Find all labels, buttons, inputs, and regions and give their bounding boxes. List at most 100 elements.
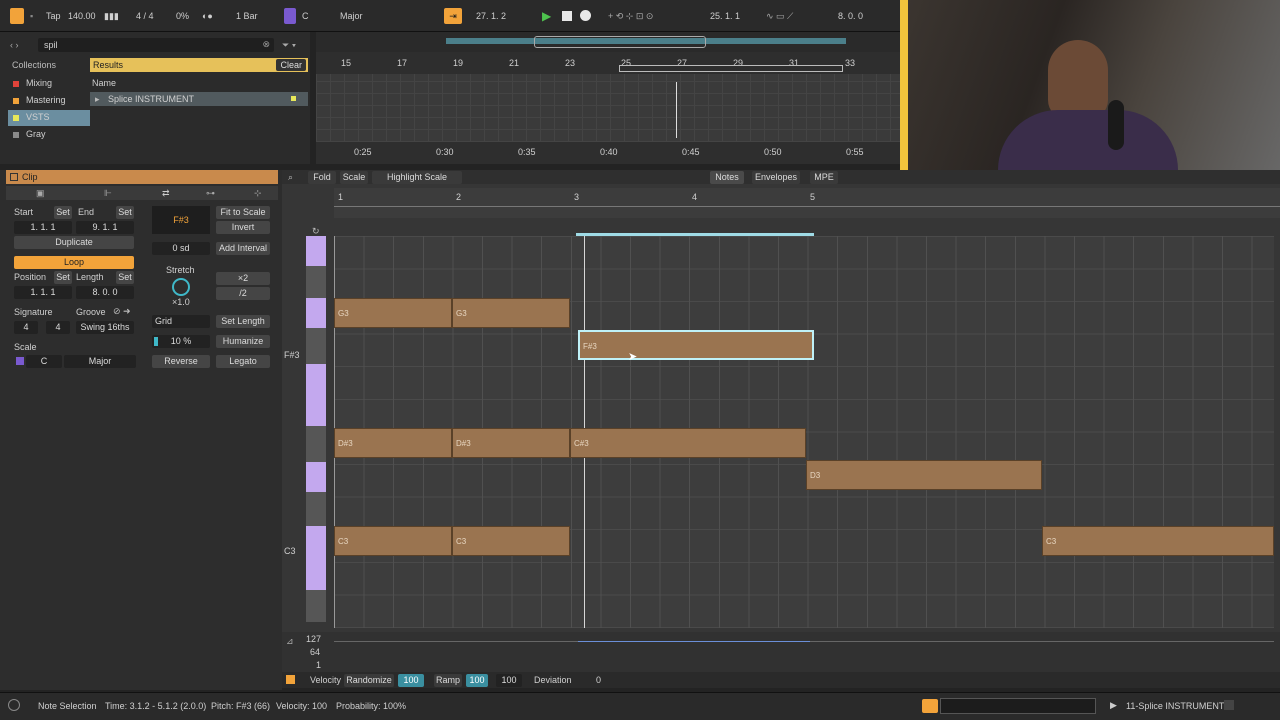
track-name[interactable]: 11-Splice INSTRUMENT: [1126, 701, 1224, 711]
collection-item[interactable]: Mixing: [0, 76, 90, 92]
app-menu-icon[interactable]: [10, 8, 24, 24]
time-signature-field[interactable]: 4 / 4: [136, 8, 154, 24]
grid-select[interactable]: Grid: [152, 315, 210, 328]
follow-icon[interactable]: ◐●: [202, 8, 213, 24]
ramp-button[interactable]: Ramp: [434, 674, 462, 687]
groove-icons[interactable]: ⊘ ➜: [113, 306, 131, 317]
metronome-icon[interactable]: ▮▮▮: [104, 8, 119, 24]
clear-search-icon[interactable]: ⊗: [262, 39, 270, 50]
start-set-button[interactable]: Set: [54, 206, 72, 219]
midi-note[interactable]: C3: [452, 526, 570, 556]
search-input[interactable]: spil ⊗: [38, 38, 274, 52]
expand-icon[interactable]: ▸: [95, 94, 100, 105]
scale-icon[interactable]: [284, 8, 296, 24]
interval-field[interactable]: 0 sd: [152, 242, 210, 255]
punch-in-icon[interactable]: ⇥: [444, 8, 462, 24]
scale-mode-select[interactable]: Major: [64, 355, 136, 368]
position-field[interactable]: 1. 1. 1: [14, 286, 72, 299]
midi-note[interactable]: D3: [806, 460, 1042, 490]
beat-ruler[interactable]: 1 2 3 4 5: [334, 188, 1280, 237]
midi-note[interactable]: C#3: [570, 428, 806, 458]
record-icon[interactable]: [580, 10, 591, 21]
midi-note[interactable]: G3: [334, 298, 452, 328]
velocity-lane[interactable]: ⊿ 127 64 1: [282, 632, 1280, 672]
add-interval-button[interactable]: Add Interval: [216, 242, 270, 255]
length-field[interactable]: 8. 0. 0: [76, 286, 134, 299]
deviation-value[interactable]: 0: [596, 675, 601, 685]
stretch-knob[interactable]: [172, 278, 190, 296]
fold-button[interactable]: Fold: [308, 171, 336, 184]
clip-tabs[interactable]: ▣ ⊩ ⇄ ⊶ ⊹: [6, 186, 278, 200]
midi-note[interactable]: D#3: [334, 428, 452, 458]
time-ruler[interactable]: 0:25 0:30 0:35 0:40 0:45 0:50 0:55: [316, 142, 900, 164]
song-position-field[interactable]: 27. 1. 2: [476, 8, 506, 24]
midi-note[interactable]: G3: [452, 298, 570, 328]
piano-keyboard[interactable]: [306, 236, 326, 622]
set-length-button[interactable]: Set Length: [216, 315, 270, 328]
scale-root-select[interactable]: C: [26, 355, 62, 368]
draw-mode-icons[interactable]: ∿ ▭ ⟋: [766, 8, 793, 24]
collection-item-selected[interactable]: VSTS: [8, 110, 90, 126]
end-set-button[interactable]: Set: [116, 206, 134, 219]
session-record-icons[interactable]: + ⟲ ⊹ ⊡ ⊙: [608, 8, 653, 24]
midi-note-selected[interactable]: F#3: [578, 330, 814, 360]
back-icon[interactable]: ‹ ›: [10, 40, 19, 50]
signature-denominator[interactable]: 4: [46, 321, 70, 334]
swing-field[interactable]: 0%: [176, 8, 189, 24]
note-grid[interactable]: G3 G3 F#3 D#3 D#3 C#3 D3 C3 C3 C3 ➤: [334, 236, 1274, 628]
signature-numerator[interactable]: 4: [14, 321, 38, 334]
highlight-scale-button[interactable]: Highlight Scale: [372, 171, 462, 184]
length-set-button[interactable]: Set: [116, 271, 134, 284]
start-field[interactable]: 1. 1. 1: [14, 221, 72, 234]
loop-start-field[interactable]: 25. 1. 1: [710, 8, 740, 24]
clear-button[interactable]: Clear: [276, 59, 306, 71]
play-icon[interactable]: ▶: [542, 8, 551, 24]
quantize-select[interactable]: 1 Bar: [236, 8, 258, 24]
halve-button[interactable]: /2: [216, 287, 270, 300]
midi-note[interactable]: C3: [1042, 526, 1274, 556]
cpu-meter[interactable]: [940, 698, 1096, 714]
loop-brace[interactable]: [619, 65, 843, 72]
scale-mode-select[interactable]: Major: [340, 8, 363, 24]
track-grid[interactable]: [316, 74, 900, 142]
fit-to-scale-button[interactable]: Fit to Scale: [216, 206, 270, 219]
collection-item[interactable]: Gray: [0, 127, 90, 143]
tempo-field[interactable]: 140.00: [68, 8, 96, 24]
end-field[interactable]: 9. 1. 1: [76, 221, 134, 234]
track-play-icon[interactable]: ▶: [1110, 700, 1117, 711]
humanize-amount[interactable]: 10 %: [152, 335, 210, 348]
legato-button[interactable]: Legato: [216, 355, 270, 368]
search-icon[interactable]: ⌕: [288, 172, 293, 183]
double-button[interactable]: ×2: [216, 272, 270, 285]
tab-envelopes[interactable]: Envelopes: [752, 171, 800, 184]
stop-icon[interactable]: [562, 11, 572, 21]
randomize-amount[interactable]: 100: [398, 674, 424, 687]
midi-note[interactable]: C3: [334, 526, 452, 556]
key-select[interactable]: C: [302, 8, 309, 24]
scale-button[interactable]: Scale: [340, 171, 368, 184]
invert-button[interactable]: Invert: [216, 221, 270, 234]
velocity-toggle[interactable]: [286, 675, 295, 684]
duplicate-button[interactable]: Duplicate: [14, 236, 134, 249]
tap-button[interactable]: Tap: [46, 8, 61, 24]
overview-strip[interactable]: [316, 32, 900, 52]
tab-notes[interactable]: Notes: [710, 171, 744, 184]
tab-mpe[interactable]: MPE: [810, 171, 838, 184]
position-set-button[interactable]: Set: [54, 271, 72, 284]
ramp-start[interactable]: 100: [466, 674, 488, 687]
sync-icon[interactable]: ▪: [30, 8, 33, 24]
bar-ruler[interactable]: 15 17 19 21 23 25 27 29 31 33: [316, 52, 900, 74]
loop-toggle[interactable]: Loop: [14, 256, 134, 269]
midi-note[interactable]: D#3: [452, 428, 570, 458]
warning-icon[interactable]: [922, 699, 938, 713]
reverse-button[interactable]: Reverse: [152, 355, 210, 368]
pitch-display[interactable]: F#3: [152, 206, 210, 234]
filter-icon[interactable]: ⏷ ▾: [282, 40, 296, 51]
randomize-button[interactable]: Randomize: [344, 674, 394, 687]
groove-select[interactable]: Swing 16ths: [76, 321, 134, 334]
collection-item[interactable]: Mastering: [0, 93, 90, 109]
loop-length-field[interactable]: 8. 0. 0: [838, 8, 863, 24]
result-item[interactable]: ▸ Splice INSTRUMENT: [90, 92, 308, 106]
info-icon[interactable]: [8, 699, 20, 711]
ramp-end[interactable]: 100: [496, 674, 522, 687]
